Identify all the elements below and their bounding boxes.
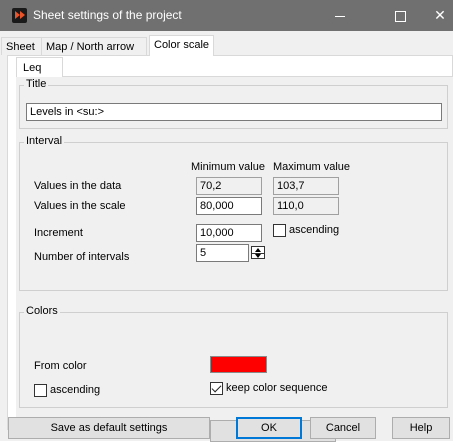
title-group-label: Title xyxy=(24,78,49,90)
from-color-label: From color xyxy=(34,360,87,372)
colors-ascending-checkbox[interactable] xyxy=(34,384,47,397)
app-logo-icon[interactable] xyxy=(12,8,27,23)
values-in-data-label: Values in the data xyxy=(34,180,122,192)
interval-group-label: Interval xyxy=(24,135,65,147)
window-title: Sheet settings of the project xyxy=(33,8,182,22)
title-input[interactable]: Levels in <su:> xyxy=(26,103,442,121)
interval-ascending-checkbox[interactable] xyxy=(273,224,286,237)
keep-color-sequence-label: keep color sequence xyxy=(226,382,328,394)
tab-sheet[interactable]: Sheet xyxy=(1,37,42,55)
tab-map-north-arrow[interactable]: Map / North arrow xyxy=(41,37,147,55)
help-button[interactable]: Help xyxy=(392,417,450,439)
maximize-icon xyxy=(394,11,406,23)
interval-ascending-label: ascending xyxy=(289,224,340,236)
close-icon: ✕ xyxy=(434,7,446,23)
colors-group-label: Colors xyxy=(24,305,60,317)
leq-panel: Title Levels in <su:> Interval Minimum v… xyxy=(16,76,453,442)
keep-color-sequence-checkbox[interactable] xyxy=(210,382,223,395)
increment-input[interactable]: 10,000 xyxy=(196,224,262,242)
subtab-leq[interactable]: Leq xyxy=(16,57,63,77)
spin-arrows-icon[interactable] xyxy=(251,246,265,259)
save-default-settings-button[interactable]: Save as default settings xyxy=(8,417,210,439)
minimize-button[interactable] xyxy=(317,0,363,31)
ok-button[interactable]: OK xyxy=(236,417,302,439)
increment-label: Increment xyxy=(34,227,83,239)
number-of-intervals-label: Number of intervals xyxy=(34,251,130,263)
scale-min-input[interactable]: 80,000 xyxy=(196,197,262,215)
title-group: Title Levels in <su:> xyxy=(19,78,448,129)
dialog-client: Sheet Map / North arrow Color scale Leq … xyxy=(0,31,453,442)
color-scale-panel: Leq Title Levels in <su:> Interval Minim… xyxy=(7,55,453,442)
number-of-intervals-input[interactable]: 5 xyxy=(196,244,249,262)
cancel-button[interactable]: Cancel xyxy=(310,417,376,439)
spin-up-icon[interactable] xyxy=(255,248,261,252)
title-bar[interactable]: Sheet settings of the project ✕ xyxy=(0,0,453,31)
from-color-swatch[interactable] xyxy=(210,356,267,373)
colors-ascending-label: ascending xyxy=(50,384,101,396)
data-min-value: 70,2 xyxy=(196,177,262,195)
minimize-icon xyxy=(335,16,345,18)
scale-max-value: 110,0 xyxy=(273,197,339,215)
tab-color-scale[interactable]: Color scale xyxy=(149,35,214,56)
close-button[interactable]: ✕ xyxy=(417,0,453,31)
minimum-value-header: Minimum value xyxy=(191,161,265,173)
maximum-value-header: Maximum value xyxy=(273,161,351,173)
spin-down-icon[interactable] xyxy=(255,253,261,258)
data-max-value: 103,7 xyxy=(273,177,339,195)
values-in-scale-label: Values in the scale xyxy=(34,200,126,212)
